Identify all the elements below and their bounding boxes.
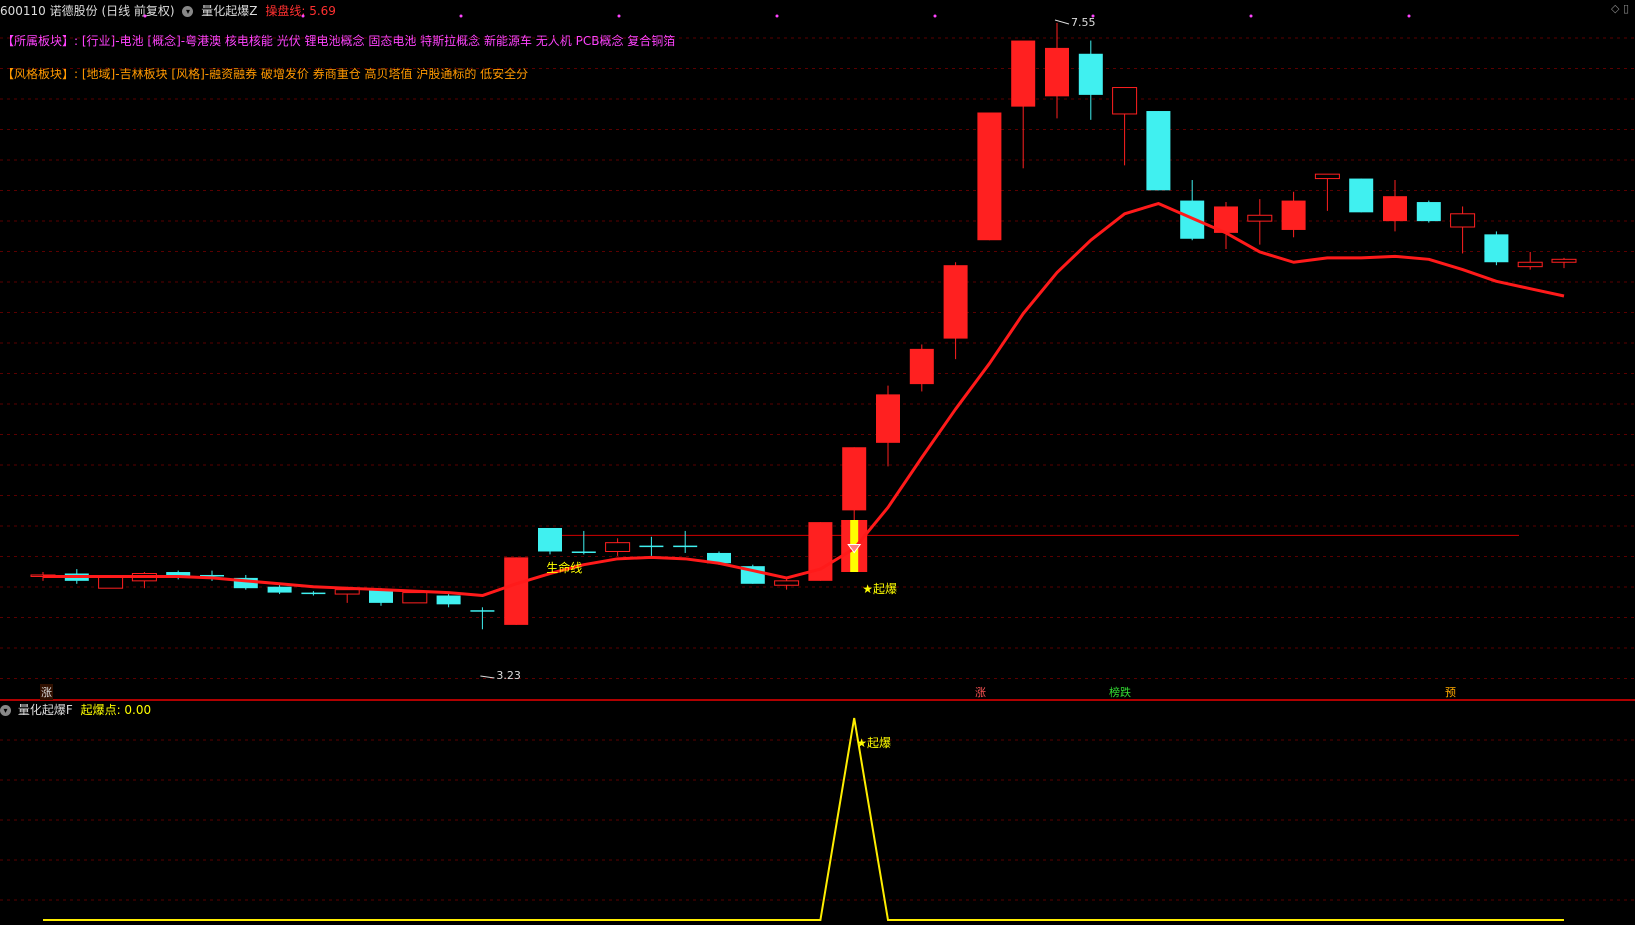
- burst-label: ★起爆: [862, 582, 897, 596]
- burst-signal-line: [43, 717, 1564, 921]
- candle-body: [436, 595, 461, 605]
- lifeline-label: 生命线: [546, 561, 583, 575]
- top-marker-dot: [775, 14, 779, 18]
- candle-body: [470, 610, 495, 612]
- high-price-label: 7.55: [1071, 16, 1096, 29]
- candle-body: [1112, 87, 1138, 115]
- candle-body: [334, 589, 360, 595]
- candle-body: [1349, 178, 1374, 213]
- candle-body: [639, 545, 664, 548]
- candle-body: [876, 394, 900, 443]
- low-price-label: 3.23: [496, 669, 521, 682]
- candle-body: [267, 586, 292, 593]
- candle-body: [98, 575, 124, 589]
- candle-body: [1517, 261, 1543, 268]
- candle-body: [538, 527, 562, 552]
- candle-body: [977, 112, 1002, 241]
- candle-body: [842, 447, 867, 511]
- candle-body: [774, 580, 800, 586]
- candle-body: [909, 348, 934, 385]
- candle-body: [504, 557, 529, 625]
- candle-body: [673, 545, 698, 548]
- top-marker-dot: [301, 14, 305, 18]
- candle-body: [1247, 214, 1273, 222]
- candle-body: [1551, 258, 1577, 263]
- bottom-tag-3: 榜跌: [1109, 686, 1131, 699]
- candle-body: [571, 551, 596, 553]
- candle-body: [301, 592, 326, 595]
- low-marker: [480, 675, 495, 679]
- candle-body: [1484, 234, 1509, 263]
- top-marker-dot: [617, 14, 621, 18]
- top-marker-dot: [933, 14, 937, 18]
- top-marker-dot: [459, 14, 463, 18]
- top-marker-dot: [1249, 14, 1253, 18]
- candle-body: [1450, 213, 1476, 228]
- candle-body: [1416, 202, 1441, 222]
- candle-body: [402, 592, 428, 604]
- ma-line: [43, 202, 1565, 598]
- candle-body: [1281, 200, 1306, 230]
- bottom-tag-4: 预: [1445, 686, 1456, 699]
- bottom-tag-2: 涨: [975, 686, 986, 699]
- candle-body: [943, 265, 968, 339]
- bottom-tag-1: 涨: [40, 684, 53, 700]
- candle-body: [1314, 173, 1340, 180]
- candle-body: [1383, 196, 1407, 222]
- top-marker-dot: [1407, 14, 1411, 18]
- sub-burst-label: ★起爆: [856, 736, 891, 750]
- candle-body: [369, 589, 393, 603]
- candle-body: [605, 542, 631, 552]
- candle-body: [1045, 47, 1069, 97]
- burst-indicator-chart[interactable]: [0, 700, 1635, 925]
- candle-body: [1146, 111, 1171, 191]
- candle-body: [1078, 53, 1103, 95]
- candle-body: [1011, 40, 1036, 107]
- candlestick-chart[interactable]: [0, 0, 1635, 700]
- top-marker-dot: [143, 14, 147, 18]
